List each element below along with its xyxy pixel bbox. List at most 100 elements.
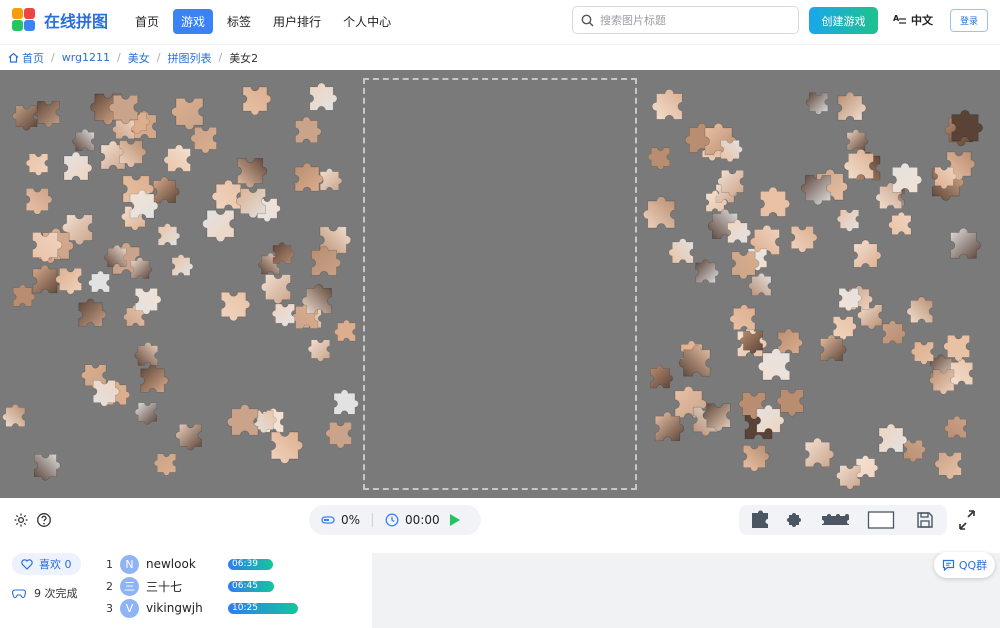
puzzle-piece[interactable]	[300, 280, 342, 322]
puzzle-piece[interactable]	[133, 339, 166, 372]
nav-item-ranking[interactable]: 用户排行	[265, 9, 329, 34]
breadcrumb-category[interactable]: 美女	[128, 50, 150, 66]
puzzle-piece[interactable]	[846, 238, 885, 277]
puzzle-piece[interactable]	[884, 161, 926, 203]
puzzle-piece[interactable]	[887, 209, 919, 241]
login-button[interactable]: 登录	[950, 9, 988, 32]
puzzle-piece[interactable]	[23, 146, 54, 177]
puzzle-piece[interactable]	[926, 361, 961, 396]
puzzle-piece[interactable]	[152, 222, 183, 253]
puzzle-piece[interactable]	[942, 226, 985, 269]
puzzle-piece[interactable]	[333, 317, 363, 347]
puzzle-piece[interactable]	[667, 235, 702, 270]
puzzle-piece[interactable]	[714, 161, 751, 198]
puzzle-piece[interactable]	[7, 283, 38, 314]
puzzle-piece[interactable]	[225, 400, 269, 444]
puzzle-piece[interactable]	[650, 85, 693, 128]
qq-group-button[interactable]: QQ群	[934, 552, 995, 578]
preview-toggle-icon[interactable]	[867, 510, 895, 530]
edge-pieces-icon[interactable]	[749, 510, 771, 530]
puzzle-piece[interactable]	[233, 79, 273, 119]
puzzle-piece[interactable]	[167, 87, 212, 132]
puzzle-piece[interactable]	[269, 296, 301, 328]
puzzle-piece[interactable]	[227, 150, 269, 192]
puzzle-piece[interactable]	[931, 443, 969, 481]
puzzle-piece[interactable]	[172, 415, 209, 452]
help-icon[interactable]	[36, 512, 52, 528]
search-box[interactable]	[572, 6, 799, 34]
puzzle-piece[interactable]	[327, 388, 362, 423]
search-input[interactable]	[600, 13, 780, 27]
inner-pieces-icon[interactable]	[783, 510, 805, 530]
puzzle-piece[interactable]	[267, 241, 297, 271]
fullscreen-icon[interactable]	[948, 503, 986, 537]
puzzle-piece[interactable]	[749, 403, 788, 442]
puzzle-piece[interactable]	[842, 145, 884, 187]
puzzle-piece[interactable]	[17, 181, 54, 218]
puzzle-piece[interactable]	[126, 281, 163, 318]
puzzle-piece[interactable]	[305, 332, 336, 363]
nav-item-tags[interactable]: 标签	[219, 9, 259, 34]
breadcrumb-user[interactable]: wrg1211	[62, 51, 110, 64]
puzzle-piece[interactable]	[288, 115, 325, 152]
puzzle-piece[interactable]	[797, 436, 838, 477]
puzzle-piece[interactable]	[166, 253, 196, 283]
puzzle-piece[interactable]	[734, 438, 771, 475]
puzzle-piece[interactable]	[71, 126, 102, 157]
logo[interactable]: 在线拼图	[12, 8, 108, 32]
puzzle-piece[interactable]	[25, 447, 62, 484]
puzzle-piece[interactable]	[833, 457, 867, 491]
play-icon[interactable]	[449, 514, 460, 526]
puzzle-piece[interactable]	[756, 344, 801, 389]
puzzle-piece[interactable]	[287, 161, 327, 201]
create-game-button[interactable]: 创建游戏	[809, 7, 878, 34]
puzzle-piece[interactable]	[677, 341, 721, 385]
puzzle-piece[interactable]	[162, 141, 200, 179]
puzzle-piece[interactable]	[211, 284, 252, 325]
puzzle-board[interactable]	[0, 70, 1000, 498]
puzzle-piece[interactable]	[905, 293, 942, 330]
language-switch[interactable]: A 中文	[893, 12, 933, 28]
nav-item-profile[interactable]: 个人中心	[335, 9, 399, 34]
puzzle-piece[interactable]	[927, 161, 958, 192]
puzzle-piece[interactable]	[797, 165, 839, 207]
puzzle-piece[interactable]	[803, 85, 834, 116]
leaderboard-row[interactable]: 2 三三十七 06:45	[106, 575, 346, 597]
nav-item-home[interactable]: 首页	[127, 9, 167, 34]
puzzle-piece[interactable]	[105, 85, 146, 126]
puzzle-piece[interactable]	[940, 326, 977, 363]
puzzle-piece[interactable]	[830, 90, 870, 130]
puzzle-piece[interactable]	[943, 413, 974, 444]
puzzle-piece[interactable]	[198, 199, 243, 244]
puzzle-piece[interactable]	[813, 333, 850, 370]
like-button[interactable]: 喜欢 0	[12, 553, 81, 575]
breadcrumb-home[interactable]: 首页	[8, 50, 44, 66]
puzzle-piece[interactable]	[721, 218, 754, 251]
puzzle-piece[interactable]	[641, 192, 686, 237]
puzzle-piece[interactable]	[647, 410, 688, 451]
nav-item-games[interactable]: 游戏	[173, 9, 214, 34]
settings-icon[interactable]	[13, 512, 29, 528]
puzzle-piece[interactable]	[752, 185, 794, 227]
puzzle-piece[interactable]	[84, 373, 121, 410]
puzzle-piece[interactable]	[22, 224, 64, 266]
puzzle-piece[interactable]	[645, 140, 676, 171]
puzzle-piece[interactable]	[871, 422, 911, 462]
puzzle-piece[interactable]	[831, 282, 863, 314]
puzzle-piece[interactable]	[71, 297, 110, 336]
puzzle-piece[interactable]	[87, 268, 117, 298]
puzzle-piece[interactable]	[303, 244, 345, 286]
leaderboard-row[interactable]: 1 Nnewlook 06:39	[106, 553, 346, 575]
breadcrumb-list[interactable]: 拼图列表	[167, 50, 211, 66]
leaderboard-row[interactable]: 3 Vvikingwjh 10:25	[106, 597, 346, 619]
puzzle-piece[interactable]	[9, 97, 44, 132]
puzzle-piece[interactable]	[1, 401, 33, 433]
save-icon[interactable]	[916, 510, 934, 530]
search-icon	[581, 14, 594, 27]
all-pieces-icon[interactable]	[819, 510, 853, 530]
puzzle-piece[interactable]	[713, 134, 744, 165]
player-name: vikingwjh	[146, 601, 203, 615]
puzzle-piece[interactable]	[943, 108, 987, 152]
puzzle-piece[interactable]	[699, 394, 738, 433]
puzzle-piece[interactable]	[132, 395, 163, 426]
